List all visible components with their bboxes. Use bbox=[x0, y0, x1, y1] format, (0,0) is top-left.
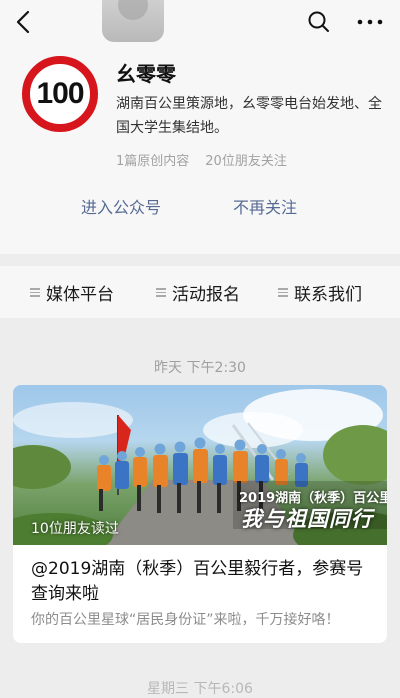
menu-lines-icon bbox=[278, 286, 288, 299]
back-chevron-icon[interactable] bbox=[12, 8, 36, 36]
menu-lines-icon bbox=[156, 286, 166, 299]
enter-account-button[interactable]: 进入公众号 bbox=[81, 194, 161, 218]
bottom-menu: 媒体平台 活动报名 联系我们 bbox=[0, 266, 400, 318]
unfollow-button[interactable]: 不再关注 bbox=[233, 194, 297, 218]
menu-lines-icon bbox=[30, 286, 40, 299]
account-profile: 100 幺零零 湖南百公里策源地，幺零零电台始发地、全国大学生集结地。 1篇原创… bbox=[0, 44, 400, 254]
search-icon[interactable] bbox=[306, 9, 332, 35]
original-count: 1篇原创内容 bbox=[116, 154, 190, 169]
header-thumbnail bbox=[102, 0, 164, 42]
more-dots-icon[interactable] bbox=[354, 9, 386, 35]
menu-item-label: 活动报名 bbox=[172, 285, 240, 305]
menu-item-contact[interactable]: 联系我们 bbox=[278, 280, 362, 305]
feed-timestamp: 昨天 下午2:30 bbox=[154, 360, 246, 376]
cover-read-count: 10位朋友读过 bbox=[31, 521, 119, 537]
article-cover-image: 10位朋友读过 2019湖南（秋季）百公里 我与祖国同行 bbox=[13, 385, 387, 545]
cover-text-line2: 我与祖国同行 bbox=[241, 507, 373, 531]
menu-item-media[interactable]: 媒体平台 bbox=[30, 280, 114, 305]
menu-item-signup[interactable]: 活动报名 bbox=[156, 280, 240, 305]
top-bar bbox=[0, 0, 400, 44]
feed-timestamp-next: 星期三 下午6:06 bbox=[147, 681, 253, 697]
article-card[interactable]: 10位朋友读过 2019湖南（秋季）百公里 我与祖国同行 @2019湖南（秋季）… bbox=[13, 385, 387, 643]
avatar[interactable]: 100 bbox=[22, 56, 98, 132]
account-name: 幺零零 bbox=[116, 62, 176, 86]
account-stats: 1篇原创内容 20位朋友关注 bbox=[116, 150, 287, 169]
avatar-text: 100 bbox=[36, 77, 84, 110]
menu-item-label: 媒体平台 bbox=[46, 285, 114, 305]
article-digest: 你的百公里星球“居民身份证”来啦，千万接好咯！ bbox=[31, 612, 340, 628]
followers-count: 20位朋友关注 bbox=[205, 154, 287, 169]
menu-item-label: 联系我们 bbox=[294, 285, 362, 305]
article-title: @2019湖南（秋季）百公里毅行者，参赛号查询来啦 bbox=[31, 559, 364, 604]
account-description: 湖南百公里策源地，幺零零电台始发地、全国大学生集结地。 bbox=[116, 96, 382, 136]
